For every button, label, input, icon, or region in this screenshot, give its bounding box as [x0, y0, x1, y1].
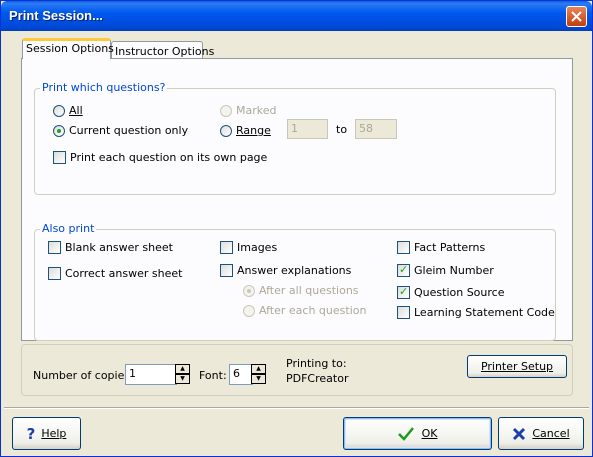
radio-current-only-indicator[interactable]: [53, 124, 65, 137]
copies-up-icon[interactable]: ▲: [175, 364, 190, 374]
checkbox-gleim-number[interactable]: Gleim Number: [397, 263, 494, 277]
copies-spinner[interactable]: ▲ ▼: [175, 364, 190, 384]
tab-instructor-options-label: Instructor Options: [115, 45, 215, 58]
ok-label: OK: [421, 427, 438, 440]
tab-instructor-options[interactable]: Instructor Options: [111, 41, 214, 59]
font-label: Font:: [199, 369, 227, 382]
range-to-field[interactable]: 58: [355, 119, 397, 139]
session-options-panel: Print which questions? All Current quest…: [21, 58, 573, 341]
close-icon: [571, 11, 582, 22]
close-icon: [513, 427, 526, 440]
radio-all-label: All: [69, 104, 83, 117]
radio-after-each-indicator[interactable]: [243, 304, 255, 317]
checkbox-images-label: Images: [237, 241, 278, 254]
checkbox-question-source[interactable]: Question Source: [397, 285, 505, 299]
printer-name: PDFCreator: [286, 372, 349, 385]
checkbox-fact-patterns[interactable]: Fact Patterns: [397, 241, 485, 254]
radio-after-all[interactable]: After all questions: [243, 284, 359, 297]
checkbox-gleim-number-label: Gleim Number: [414, 264, 494, 277]
radio-after-all-indicator[interactable]: [243, 284, 255, 297]
radio-current-only-label: Current question only: [69, 124, 189, 137]
radio-all[interactable]: All: [53, 104, 83, 117]
checkbox-images[interactable]: Images: [220, 241, 277, 254]
dialog-body: Session Options Instructor Options Print…: [4, 31, 589, 454]
checkbox-answer-explanations[interactable]: Answer explanations: [220, 264, 351, 277]
font-spinner[interactable]: ▲ ▼: [251, 364, 266, 384]
help-label: Help: [41, 427, 67, 440]
title-bar[interactable]: Print Session...: [1, 1, 592, 31]
print-which-group: [34, 88, 556, 195]
tab-session-options-label: Session Options: [26, 42, 114, 55]
checkbox-learning-statement-indicator[interactable]: [397, 306, 410, 319]
help-button[interactable]: ? Help: [12, 417, 81, 450]
font-down-icon[interactable]: ▼: [251, 374, 266, 384]
checkbox-fact-patterns-indicator[interactable]: [397, 241, 410, 254]
checkmark-icon: [397, 426, 414, 441]
checkbox-blank-answer-sheet-label: Blank answer sheet: [65, 241, 173, 254]
checkbox-own-page[interactable]: Print each question on its own page: [53, 151, 267, 164]
radio-all-indicator[interactable]: [53, 104, 65, 117]
print-which-title: Print which questions?: [40, 81, 168, 94]
checkbox-images-indicator[interactable]: [220, 241, 233, 254]
copies-field[interactable]: 1: [125, 364, 177, 385]
font-up-icon[interactable]: ▲: [251, 364, 266, 374]
checkbox-answer-explanations-indicator[interactable]: [220, 264, 233, 277]
checkbox-learning-statement-label: Learning Statement Code: [414, 306, 555, 319]
range-from-field[interactable]: 1: [287, 119, 328, 139]
cancel-label: Cancel: [532, 427, 570, 440]
printing-to-label: Printing to:: [286, 357, 347, 370]
ok-button[interactable]: OK: [343, 417, 492, 450]
tab-session-options[interactable]: Session Options: [22, 38, 114, 59]
radio-range[interactable]: Range: [220, 124, 271, 137]
radio-after-all-label: After all questions: [259, 284, 359, 297]
checkbox-correct-answer-sheet[interactable]: Correct answer sheet: [48, 267, 182, 280]
checkbox-answer-explanations-label: Answer explanations: [237, 264, 352, 277]
checkbox-own-page-indicator[interactable]: [53, 151, 66, 164]
checkbox-own-page-label: Print each question on its own page: [70, 151, 268, 164]
help-icon: ?: [26, 424, 36, 443]
copies-down-icon[interactable]: ▼: [175, 374, 190, 384]
dialog-title: Print Session...: [9, 8, 103, 23]
checkbox-blank-answer-sheet[interactable]: Blank answer sheet: [48, 241, 173, 254]
close-button[interactable]: [566, 6, 587, 27]
radio-range-label: Range: [236, 124, 271, 137]
range-to-label: to: [336, 123, 348, 136]
checkbox-question-source-indicator[interactable]: [397, 285, 410, 299]
radio-range-indicator[interactable]: [220, 124, 232, 137]
checkbox-question-source-label: Question Source: [414, 286, 505, 299]
printer-setup-button[interactable]: Printer Setup: [467, 355, 567, 378]
copies-label: Number of copies:: [33, 369, 134, 382]
checkbox-fact-patterns-label: Fact Patterns: [414, 241, 486, 254]
radio-after-each[interactable]: After each question: [243, 304, 366, 317]
radio-current-only[interactable]: Current question only: [53, 124, 188, 137]
checkbox-gleim-number-indicator[interactable]: [397, 263, 410, 277]
checkbox-blank-answer-sheet-indicator[interactable]: [48, 241, 61, 254]
printer-setup-label: Printer Setup: [480, 360, 554, 373]
checkbox-learning-statement[interactable]: Learning Statement Code: [397, 306, 555, 319]
radio-marked-indicator[interactable]: [220, 104, 232, 117]
radio-after-each-label: After each question: [259, 304, 367, 317]
also-print-title: Also print: [40, 222, 97, 235]
print-session-dialog: Print Session... Session Options Instruc…: [0, 0, 593, 457]
divider: [4, 407, 589, 409]
checkbox-correct-answer-sheet-indicator[interactable]: [48, 267, 61, 280]
checkbox-correct-answer-sheet-label: Correct answer sheet: [65, 267, 183, 280]
radio-marked-label: Marked: [236, 104, 277, 117]
font-field[interactable]: 6: [229, 364, 253, 385]
radio-marked[interactable]: Marked: [220, 104, 276, 117]
cancel-button[interactable]: Cancel: [498, 417, 584, 450]
